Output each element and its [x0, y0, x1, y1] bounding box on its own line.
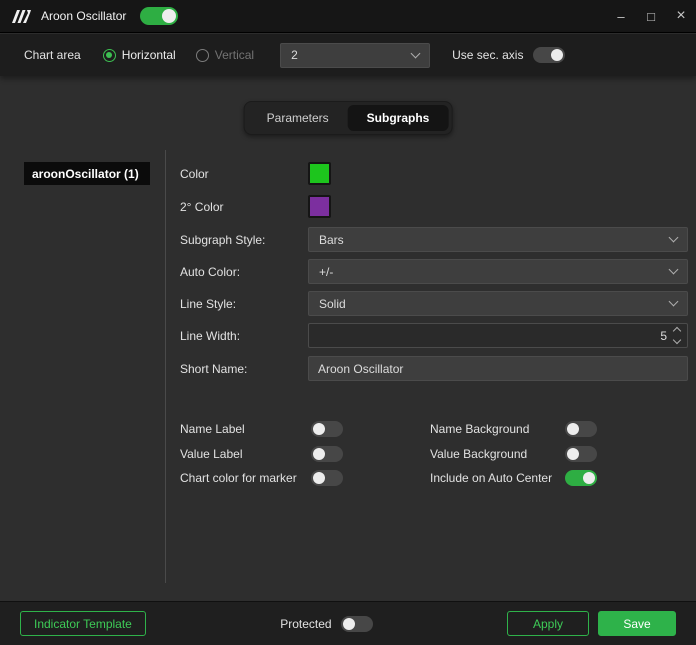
protected-group: Protected — [280, 615, 373, 632]
value-background-row: Value Background — [430, 445, 597, 463]
name-background-toggle[interactable] — [565, 421, 597, 437]
color-label: Color — [180, 166, 209, 181]
short-name-row: Short Name: Aroon Oscillator — [180, 356, 688, 381]
chart-color-marker-row: Chart color for marker — [180, 469, 343, 487]
footer-bar: Indicator Template Protected Apply Save — [0, 601, 696, 645]
subgraph-style-dropdown[interactable]: Bars — [308, 227, 688, 252]
toggle-knob — [313, 448, 325, 460]
line-style-label: Line Style: — [180, 296, 237, 311]
secondary-color-swatch[interactable] — [308, 195, 331, 218]
radio-vertical[interactable]: Vertical — [195, 48, 255, 62]
save-button[interactable]: Save — [598, 611, 676, 636]
window-title: Aroon Oscillator — [41, 9, 127, 23]
line-width-value: 5 — [660, 328, 667, 343]
line-width-input[interactable]: 5 — [308, 323, 688, 348]
protected-toggle[interactable] — [340, 615, 373, 632]
titlebar: Aroon Oscillator – □ × — [0, 0, 696, 33]
line-style-dropdown[interactable]: Solid — [308, 291, 688, 316]
radio-horizontal-circle — [102, 48, 116, 62]
color-row: Color — [180, 161, 688, 186]
number-spinner-icon[interactable] — [672, 326, 682, 345]
radio-vertical-label: Vertical — [214, 48, 255, 62]
subgraph-style-row: Subgraph Style: Bars — [180, 227, 688, 252]
line-width-label: Line Width: — [180, 328, 241, 343]
line-style-row: Line Style: Solid — [180, 291, 688, 316]
toggle-knob — [583, 472, 595, 484]
close-button[interactable]: × — [666, 0, 696, 33]
indicator-template-button[interactable]: Indicator Template — [20, 611, 146, 636]
chevron-down-icon — [410, 48, 421, 58]
name-background-row: Name Background — [430, 420, 597, 438]
auto-color-value: +/- — [319, 264, 334, 279]
toggle-knob — [313, 423, 325, 435]
chart-areas-dropdown[interactable]: 2 — [280, 42, 431, 68]
short-name-input[interactable]: Aroon Oscillator — [308, 356, 688, 381]
auto-color-dropdown[interactable]: +/- — [308, 259, 688, 284]
tab-subgraphs[interactable]: Subgraphs — [347, 105, 449, 131]
minimize-button[interactable]: – — [606, 0, 636, 33]
name-background-text: Name Background — [430, 422, 530, 436]
chevron-down-icon — [668, 264, 679, 275]
value-label-text: Value Label — [180, 447, 243, 461]
line-style-value: Solid — [319, 296, 346, 311]
include-auto-center-text: Include on Auto Center — [430, 471, 553, 485]
value-label-toggle[interactable] — [311, 446, 343, 462]
radio-horizontal[interactable]: Horizontal — [102, 48, 176, 62]
name-label-toggle[interactable] — [311, 421, 343, 437]
subgraph-style-value: Bars — [319, 232, 344, 247]
tab-parameters[interactable]: Parameters — [248, 105, 348, 131]
subgraph-list-item[interactable]: aroonOscillator (1) — [24, 162, 150, 185]
protected-label: Protected — [280, 616, 332, 631]
spin-up-icon[interactable] — [672, 326, 682, 336]
line-width-row: Line Width: 5 — [180, 323, 688, 348]
indicator-enabled-toggle[interactable] — [140, 7, 179, 25]
toggle-knob — [313, 472, 325, 484]
chart-color-marker-toggle[interactable] — [311, 470, 343, 486]
auto-color-row: Auto Color: +/- — [180, 259, 688, 284]
settings-tabbar: Parameters Subgraphs — [243, 101, 453, 135]
include-auto-center-toggle[interactable] — [565, 470, 597, 486]
radio-horizontal-label: Horizontal — [121, 48, 176, 62]
toggle-knob — [567, 423, 579, 435]
spin-down-icon[interactable] — [672, 335, 682, 345]
app-logo-icon — [12, 9, 31, 23]
value-label-row: Value Label — [180, 445, 343, 463]
include-auto-center-row: Include on Auto Center — [430, 469, 597, 487]
short-name-label: Short Name: — [180, 361, 248, 376]
apply-button[interactable]: Apply — [507, 611, 589, 636]
radio-vertical-circle — [195, 48, 209, 62]
auto-color-label: Auto Color: — [180, 264, 241, 279]
indicator-settings-window: Aroon Oscillator – □ × Chart area Horizo… — [0, 0, 696, 645]
name-label-row: Name Label — [180, 420, 343, 438]
chart-areas-dropdown-value: 2 — [291, 48, 298, 62]
chevron-down-icon — [668, 296, 679, 307]
secondary-color-row: 2° Color — [180, 194, 688, 219]
short-name-value: Aroon Oscillator — [318, 361, 404, 376]
toggle-knob — [162, 9, 177, 23]
chevron-down-icon — [668, 232, 679, 243]
subgraph-style-label: Subgraph Style: — [180, 232, 266, 247]
toggle-knob — [551, 49, 564, 61]
value-background-toggle[interactable] — [565, 446, 597, 462]
name-label-text: Name Label — [180, 422, 245, 436]
toggle-knob — [567, 448, 579, 460]
secondary-color-label: 2° Color — [180, 199, 224, 214]
panel-divider — [165, 150, 166, 583]
sec-axis-toggle[interactable] — [533, 47, 566, 63]
toggle-knob — [342, 617, 355, 630]
chart-area-label: Chart area — [24, 48, 81, 62]
chart-color-marker-text: Chart color for marker — [180, 471, 297, 485]
maximize-button[interactable]: □ — [636, 0, 666, 33]
chart-area-bar: Chart area Horizontal Vertical 2 Use sec… — [0, 34, 696, 76]
value-background-text: Value Background — [430, 447, 528, 461]
color-swatch[interactable] — [308, 162, 331, 185]
sec-axis-label: Use sec. axis — [452, 48, 524, 62]
